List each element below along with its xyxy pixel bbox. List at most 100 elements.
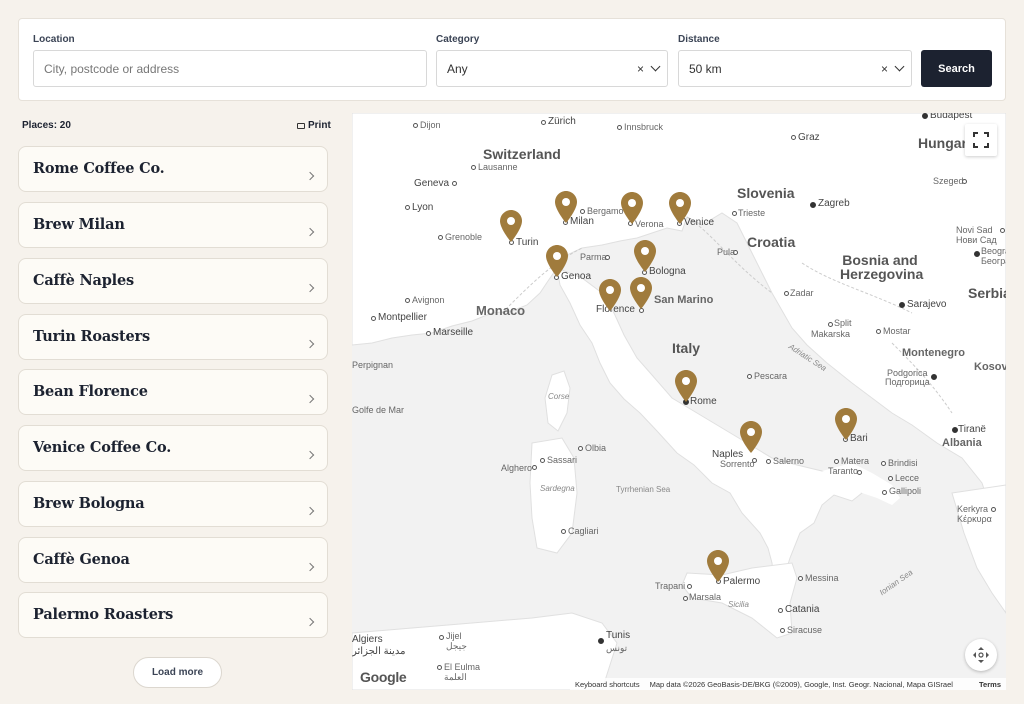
- map-pin[interactable]: [740, 421, 762, 453]
- city-dot: [784, 291, 789, 296]
- city-dot: [747, 374, 752, 379]
- category-select[interactable]: Any ×: [436, 50, 668, 87]
- place-card[interactable]: Turin Roasters: [18, 314, 328, 360]
- city-label: Pescara: [754, 371, 788, 381]
- country-label: Kosov: [974, 361, 1006, 373]
- terms-link[interactable]: Terms: [979, 680, 1001, 689]
- city-label: Makarska: [811, 329, 851, 339]
- place-card[interactable]: Palermo Roasters: [18, 592, 328, 638]
- load-more-button[interactable]: Load more: [133, 657, 222, 688]
- map-attribution: Keyboard shortcuts Map data ©2026 GeoBas…: [570, 678, 1006, 690]
- city-dot: [834, 459, 839, 464]
- map-pin[interactable]: [669, 192, 691, 224]
- distance-label: Distance: [678, 34, 720, 45]
- region-label: Sicilia: [728, 600, 749, 609]
- city-label: تونس: [606, 643, 628, 653]
- map-pin[interactable]: [555, 191, 577, 223]
- place-name: Brew Milan: [33, 216, 125, 233]
- country-label: Slovenia: [737, 185, 795, 201]
- city-label: Olbia: [585, 443, 607, 453]
- distance-clear-icon[interactable]: ×: [881, 62, 888, 76]
- city-label: Messina: [805, 573, 839, 583]
- city-label: Brindisi: [888, 458, 918, 468]
- map-pin[interactable]: [634, 240, 656, 272]
- city-label: Tiranë: [958, 424, 986, 435]
- print-button[interactable]: Print: [297, 120, 331, 131]
- fullscreen-button[interactable]: [965, 124, 997, 156]
- chevron-right-icon: [305, 227, 315, 237]
- distance-chevron-down-icon[interactable]: [894, 61, 905, 72]
- city-dot: [1000, 228, 1005, 233]
- city-label: Catania: [785, 604, 820, 615]
- chevron-right-icon: [305, 506, 315, 516]
- country-label: Serbia: [968, 285, 1006, 301]
- printer-icon: [297, 122, 305, 129]
- country-label: Monaco: [476, 303, 526, 318]
- city-dot: [405, 205, 410, 210]
- place-name: Bean Florence: [33, 383, 148, 400]
- map-pin[interactable]: [500, 210, 522, 242]
- city-label: Mostar: [883, 326, 911, 336]
- country-label: Hungar: [918, 135, 967, 151]
- print-label: Print: [308, 120, 331, 131]
- place-card[interactable]: Caffè Naples: [18, 258, 328, 304]
- city-label: Marsala: [689, 592, 722, 602]
- category-label: Category: [436, 34, 480, 45]
- city-label: Trapani: [655, 581, 686, 591]
- city-dot: [778, 608, 783, 613]
- place-card[interactable]: Rome Coffee Co.: [18, 146, 328, 192]
- map-pin[interactable]: [621, 192, 643, 224]
- place-card[interactable]: Brew Milan: [18, 202, 328, 248]
- sea-label: Tyrrhenian Sea: [616, 485, 671, 494]
- city-dot: [882, 490, 887, 495]
- map-pin[interactable]: [546, 245, 568, 277]
- city-label: Alghero: [501, 463, 533, 473]
- place-card[interactable]: Caffè Genoa: [18, 537, 328, 583]
- city-label: Salerno: [773, 456, 805, 466]
- city-label: Bergamo: [587, 206, 624, 216]
- place-name: Rome Coffee Co.: [33, 160, 165, 177]
- city-dot: [881, 461, 886, 466]
- city-label: مدينة الجزائر: [352, 646, 406, 657]
- keyboard-shortcuts-link[interactable]: Keyboard shortcuts: [575, 680, 640, 689]
- city-label: Sorrento: [720, 459, 755, 469]
- category-clear-icon[interactable]: ×: [637, 62, 644, 76]
- map-pin[interactable]: [630, 277, 652, 309]
- city-dot: [732, 211, 737, 216]
- city-label: Lyon: [412, 202, 434, 213]
- map[interactable]: Switzerland Slovenia Croatia Bosnia and …: [352, 113, 1006, 690]
- distance-select[interactable]: 50 km ×: [678, 50, 912, 87]
- city-label: Jijel: [446, 631, 462, 641]
- location-placeholder: City, postcode or address: [44, 61, 180, 76]
- place-name: Turin Roasters: [33, 328, 150, 345]
- search-button[interactable]: Search: [921, 50, 992, 87]
- city-label: Sarajevo: [907, 299, 947, 310]
- city-dot: [876, 329, 881, 334]
- map-pin[interactable]: [675, 370, 697, 402]
- category-value: Any: [447, 61, 468, 76]
- recenter-button[interactable]: [965, 639, 997, 671]
- country-label: Montenegro: [902, 347, 965, 359]
- map-pin[interactable]: [599, 279, 621, 311]
- city-dot: [471, 165, 476, 170]
- city-label: Нови Сад: [956, 235, 997, 245]
- city-dot: [452, 181, 457, 186]
- place-name: Palermo Roasters: [33, 606, 174, 623]
- city-label: Novi Sad: [956, 225, 993, 235]
- place-card[interactable]: Bean Florence: [18, 369, 328, 415]
- country-label: Albania: [942, 437, 982, 449]
- city-label: Dijon: [420, 120, 441, 130]
- location-input[interactable]: City, postcode or address: [33, 50, 427, 87]
- map-pin[interactable]: [707, 550, 729, 582]
- category-chevron-down-icon[interactable]: [650, 61, 661, 72]
- city-label: Lecce: [895, 473, 920, 483]
- map-pin[interactable]: [835, 408, 857, 440]
- city-dot: [541, 120, 546, 125]
- city-dot: [598, 638, 604, 644]
- sea-label: Golfe de Mar: [352, 405, 405, 415]
- region-label: Sardegna: [540, 484, 575, 493]
- place-card[interactable]: Brew Bologna: [18, 481, 328, 527]
- city-label: Beograd: [981, 246, 1006, 256]
- place-card[interactable]: Venice Coffee Co.: [18, 425, 328, 471]
- city-label: Kerkyra: [957, 504, 989, 514]
